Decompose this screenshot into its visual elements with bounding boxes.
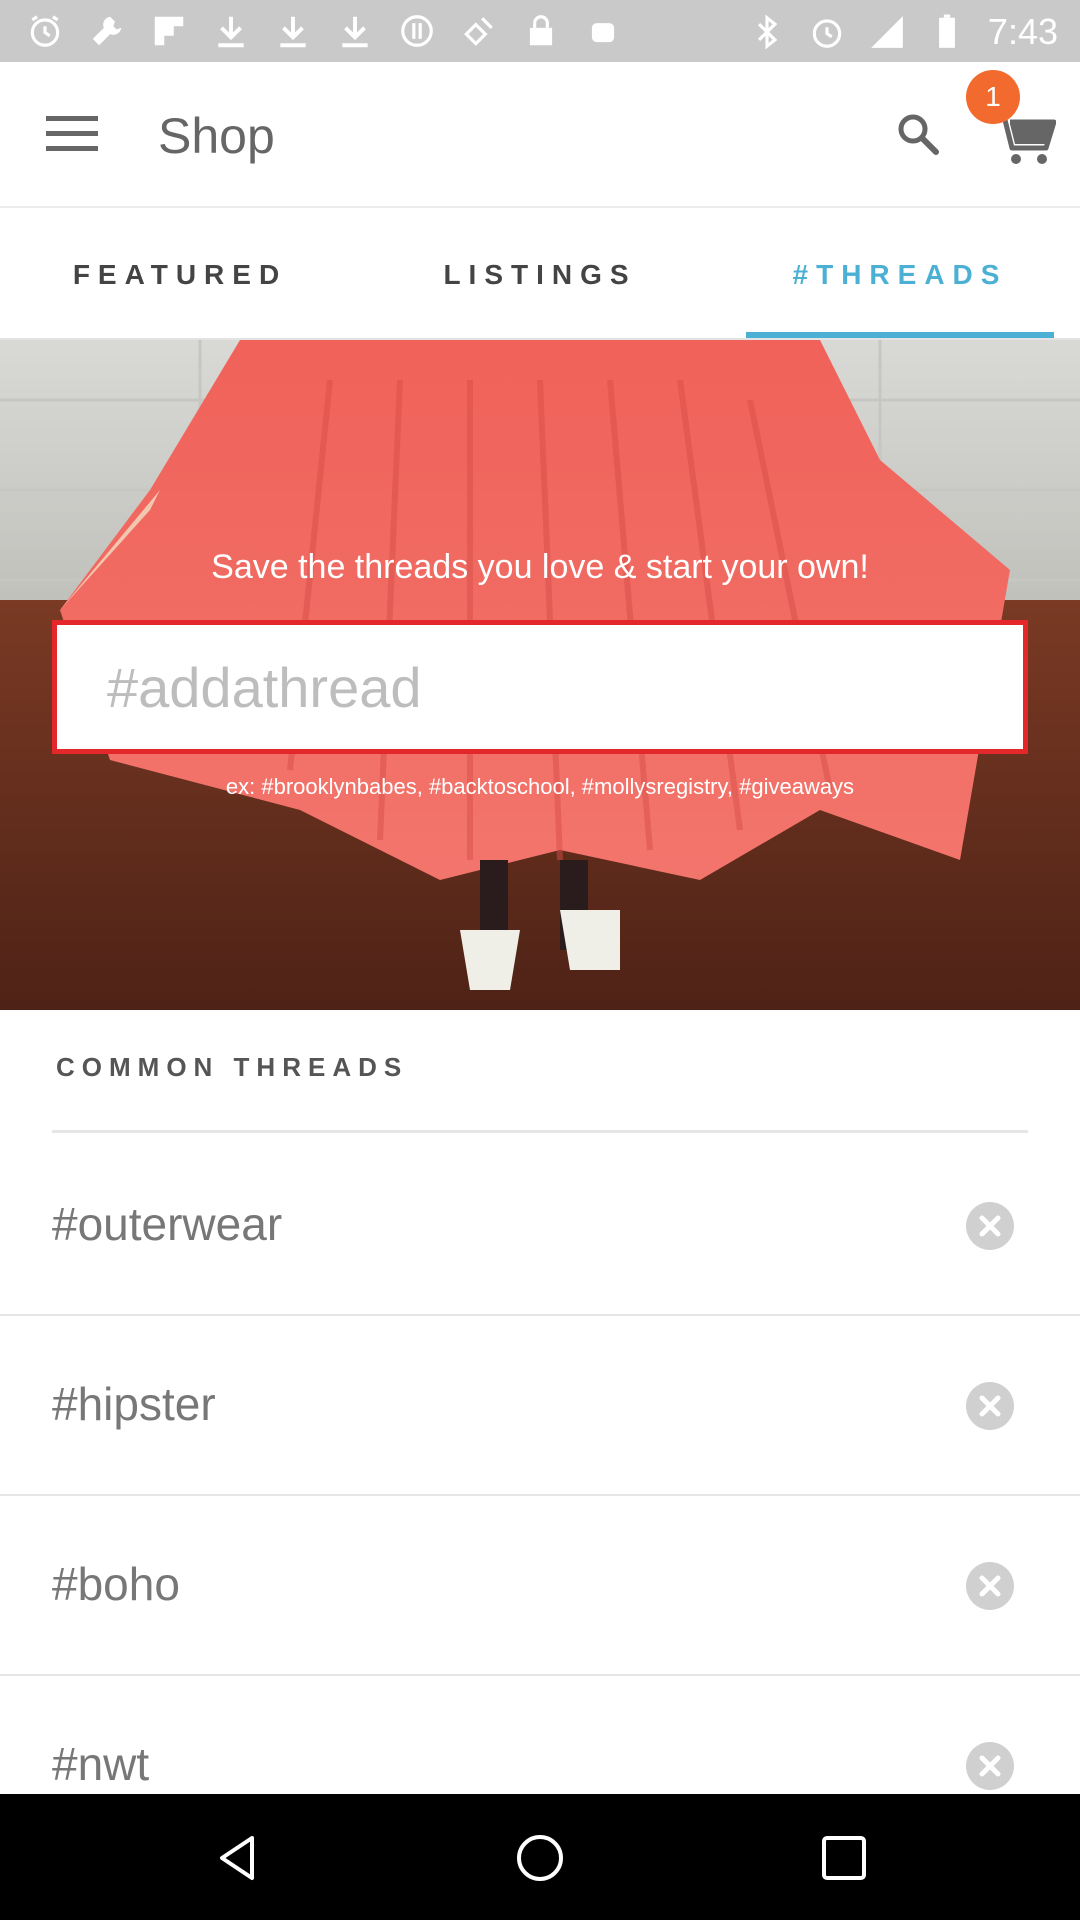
close-icon [979, 1575, 1001, 1597]
close-icon [979, 1215, 1001, 1237]
thread-row[interactable]: #boho [0, 1496, 1080, 1676]
status-time: 7:43 [987, 11, 1058, 52]
add-thread-input[interactable] [52, 620, 1028, 754]
remove-thread-button[interactable] [966, 1562, 1014, 1610]
tab-threads[interactable]: #THREADS [746, 210, 1054, 340]
blocked-icon [401, 15, 433, 47]
tab-bar: FEATURED LISTINGS #THREADS [0, 210, 1080, 340]
alarm-icon [812, 19, 842, 48]
close-icon [979, 1395, 1001, 1417]
wrench-icon [92, 16, 122, 46]
page-title: Shop [158, 108, 275, 164]
thread-label[interactable]: #nwt [52, 1734, 149, 1794]
remove-thread-button[interactable] [966, 1742, 1014, 1790]
thread-row[interactable]: #hipster [0, 1316, 1080, 1496]
battery-icon [939, 14, 955, 48]
close-icon [979, 1755, 1001, 1777]
status-system-icons: 7:43 [748, 12, 1058, 52]
download-icon [280, 16, 306, 48]
cart-count-badge[interactable]: 1 [966, 70, 1020, 124]
app-bar: Shop 1 [0, 62, 1080, 208]
hero-examples: ex: #brooklynbabes, #backtoschool, #moll… [225, 774, 855, 799]
back-icon[interactable] [212, 1832, 264, 1884]
signal-icon [871, 16, 903, 48]
bluetooth-icon [757, 14, 778, 50]
common-threads-heading: COMMON THREADS [56, 1052, 409, 1082]
download-icon [342, 16, 368, 48]
hero-caption: Save the threads you love & start your o… [211, 548, 869, 586]
divider [52, 1130, 1028, 1133]
status-bar: 7:43 [0, 0, 1080, 62]
tab-selected-indicator [746, 332, 1054, 338]
lock-icon [529, 15, 553, 46]
thread-row[interactable]: #outerwear [0, 1136, 1080, 1316]
recents-icon[interactable] [818, 1832, 870, 1884]
tab-featured[interactable]: FEATURED [0, 210, 360, 340]
android-icon [591, 23, 615, 43]
download-icon [218, 16, 244, 48]
satellite-icon [464, 17, 493, 46]
system-nav-bar [0, 1794, 1080, 1920]
remove-thread-button[interactable] [966, 1202, 1014, 1250]
status-notification-icons [26, 12, 622, 50]
hero-banner: Save the threads you love & start your o… [0, 340, 1080, 1010]
thread-label[interactable]: #outerwear [52, 1194, 282, 1254]
thread-label[interactable]: #boho [52, 1554, 180, 1614]
search-icon[interactable] [896, 112, 940, 156]
home-icon[interactable] [514, 1832, 566, 1884]
thread-label[interactable]: #hipster [52, 1374, 216, 1434]
menu-icon[interactable] [46, 114, 98, 154]
alarm-icon [30, 15, 60, 47]
remove-thread-button[interactable] [966, 1382, 1014, 1430]
flipboard-icon [154, 16, 184, 46]
tab-listings[interactable]: LISTINGS [360, 210, 720, 340]
